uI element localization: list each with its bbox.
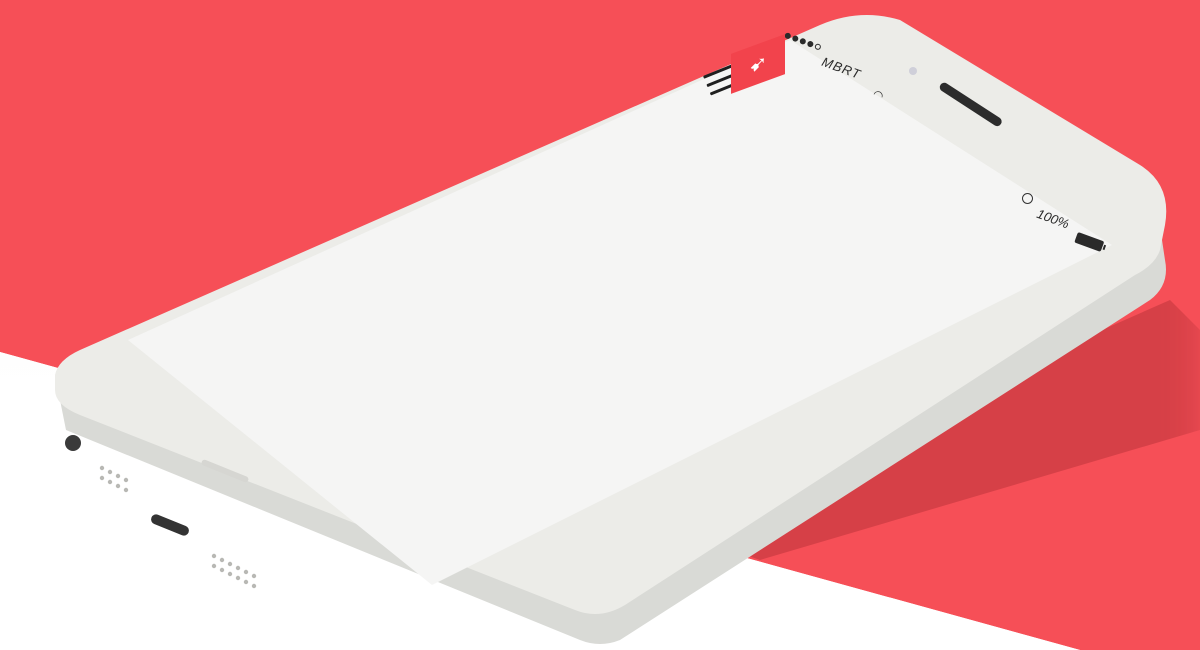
front-camera (909, 67, 917, 75)
alarm-icon (1022, 193, 1033, 204)
headphone-jack (65, 435, 81, 451)
winged-horse-logo-icon: ➹ (748, 51, 768, 76)
phone-mockup (55, 15, 1167, 644)
charging-port (151, 514, 189, 536)
